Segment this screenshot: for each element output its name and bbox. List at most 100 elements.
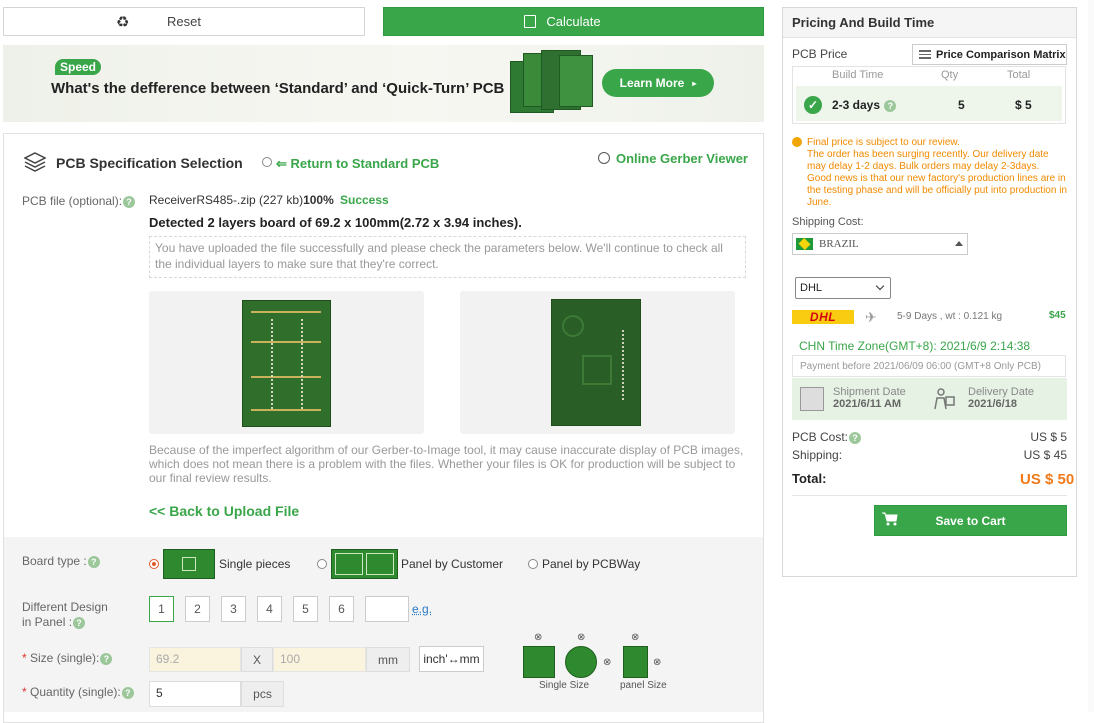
header-qty: Qty (941, 69, 959, 81)
size-y-input[interactable]: 100 (273, 647, 366, 672)
board-type-single-label[interactable]: Single pieces (219, 557, 290, 571)
algorithm-note: Because of the imperfect algorithm of ou… (149, 443, 744, 485)
carrier-value: DHL (800, 282, 823, 294)
header-total: Total (1007, 69, 1031, 81)
quantity-unit: pcs (241, 681, 284, 707)
quantity-label: * Quantity (single):? (22, 685, 134, 699)
price-matrix-label: Price Comparison Matrix (936, 48, 1066, 61)
help-icon[interactable]: ? (121, 686, 134, 699)
calculate-button[interactable]: Calculate (383, 7, 764, 36)
carrier-select[interactable]: DHL (795, 277, 891, 299)
pcb-file-label-text: PCB file (optional): (22, 194, 123, 208)
country-select[interactable]: BRAZIL (792, 233, 968, 255)
banner-headline: What's the defference between ‘Standard’… (51, 80, 505, 97)
board-type-single-radio[interactable] (149, 559, 159, 569)
upload-status: Success (340, 193, 389, 207)
notice-line-2: The order has been surging recently. Our… (807, 149, 1049, 172)
delivery-person-icon (934, 388, 955, 410)
upload-percent: 100% (303, 193, 334, 207)
shipment-date-value: 2021/6/11 AM (833, 398, 902, 410)
layers-icon (24, 152, 46, 172)
single-size-caption: Single Size (539, 680, 590, 691)
brazil-flag-icon (796, 238, 813, 250)
shipment-date-label: Shipment Date (833, 386, 906, 398)
board-type-label-text: Board type : (22, 554, 87, 568)
design-count-input[interactable] (365, 596, 409, 622)
detected-info: Detected 2 layers board of 69.2 x 100mm(… (149, 215, 522, 230)
board-type-panel-customer-label[interactable]: Panel by Customer (401, 557, 503, 571)
divider (792, 495, 1067, 496)
calculator-icon (524, 15, 536, 28)
calculate-label: Calculate (546, 14, 601, 29)
notice-line-1: Final price is subject to our review. (807, 137, 960, 148)
cart-icon (882, 512, 898, 526)
gerber-viewer-label: Online Gerber Viewer (616, 151, 748, 166)
design-count-4[interactable]: 4 (257, 596, 282, 622)
return-radio[interactable] (262, 157, 272, 167)
pcb-price-label: PCB Price (792, 47, 848, 61)
total-label: Total: (792, 471, 827, 486)
order-notice: Final price is subject to our review. Th… (792, 137, 1067, 209)
back-to-upload-link[interactable]: << Back to Upload File (149, 503, 299, 519)
example-link[interactable]: e.g. (412, 602, 432, 616)
design-count-6[interactable]: 6 (329, 596, 354, 622)
gerber-viewer-link[interactable]: Online Gerber Viewer (598, 151, 748, 166)
top-layer-preview[interactable] (149, 291, 424, 434)
learn-more-button[interactable]: Learn More ▸ (602, 69, 714, 97)
help-icon[interactable]: ? (884, 99, 897, 112)
design-count-5[interactable]: 5 (293, 596, 318, 622)
help-icon[interactable]: ? (73, 616, 86, 629)
payment-deadline: Payment before 2021/06/09 06:00 (GMT+8 O… (792, 355, 1066, 377)
check-icon: ✓ (804, 96, 822, 114)
help-icon[interactable]: ? (849, 431, 862, 444)
save-to-cart-label: Save to Cart (935, 513, 1006, 528)
help-icon[interactable]: ? (123, 195, 136, 208)
build-time-text: 2-3 days (832, 98, 881, 112)
single-piece-icon (163, 549, 215, 579)
design-count-1[interactable]: 1 (149, 596, 174, 622)
price-matrix-button[interactable]: Price Comparison Matrix (912, 44, 1067, 65)
quantity-label-text: Quantity (single): (30, 685, 121, 699)
panel-size-caption: panel Size (620, 680, 667, 691)
save-to-cart-button[interactable]: Save to Cart (874, 505, 1067, 536)
reset-button[interactable]: ♻ Reset (3, 7, 365, 36)
warning-icon (792, 137, 802, 147)
page-scrollbar[interactable] (1088, 0, 1094, 712)
file-name: ReceiverRS485-.zip (227 kb)100% (149, 193, 334, 207)
width-marker-icon: ⊗ (534, 632, 543, 643)
help-icon[interactable]: ? (100, 652, 113, 665)
shipping-label: Shipping: (792, 448, 843, 462)
design-count-3[interactable]: 3 (221, 596, 246, 622)
return-standard-link[interactable]: ⇐ Return to Standard PCB (276, 156, 439, 172)
board-type-panel-pcbway-label[interactable]: Panel by PCBWay (542, 557, 640, 571)
size-x-input[interactable]: 69.2 (149, 647, 241, 672)
learn-more-label: Learn More (619, 76, 685, 90)
panel-customer-icon (331, 549, 398, 579)
bottom-layer-preview[interactable] (460, 291, 735, 434)
different-design-label-line1: Different Design (22, 600, 108, 614)
arrow-right-icon: ▸ (692, 78, 697, 88)
pcb-cost-label-text: PCB Cost: (792, 430, 849, 444)
pcb-cost-value: US $ 5 (1030, 430, 1067, 444)
total-value: $ 5 (1015, 98, 1032, 112)
different-design-label-line2: in Panel : (22, 615, 73, 629)
unit-toggle-button[interactable]: inch'↔mm (419, 646, 484, 672)
required-mark: * (22, 651, 27, 665)
width-marker-icon: ⊗ (577, 632, 586, 643)
shipping-price: $45 (1049, 310, 1066, 321)
speed-tag: Speed (55, 59, 101, 75)
single-round-pcb-icon (565, 646, 597, 678)
board-type-panel-pcbway-radio[interactable] (528, 559, 538, 569)
caret-up-icon (955, 241, 963, 246)
quantity-input[interactable]: 5 (149, 681, 241, 707)
design-count-2[interactable]: 2 (185, 596, 210, 622)
pcb-top-image (242, 300, 331, 427)
notice-line-3: Good news is that our new factory's prod… (807, 173, 1067, 208)
shipping-days: 5-9 Days , wt : 0.121 kg (897, 311, 1003, 322)
dhl-logo: DHL (792, 310, 854, 324)
different-design-label: Different Design in Panel :? (22, 600, 108, 630)
board-type-panel-customer-radio[interactable] (317, 559, 327, 569)
promo-banner[interactable]: Speed What's the defference between ‘Sta… (3, 45, 764, 122)
help-icon[interactable]: ? (87, 555, 100, 568)
panel-pcb-icon (623, 646, 648, 678)
